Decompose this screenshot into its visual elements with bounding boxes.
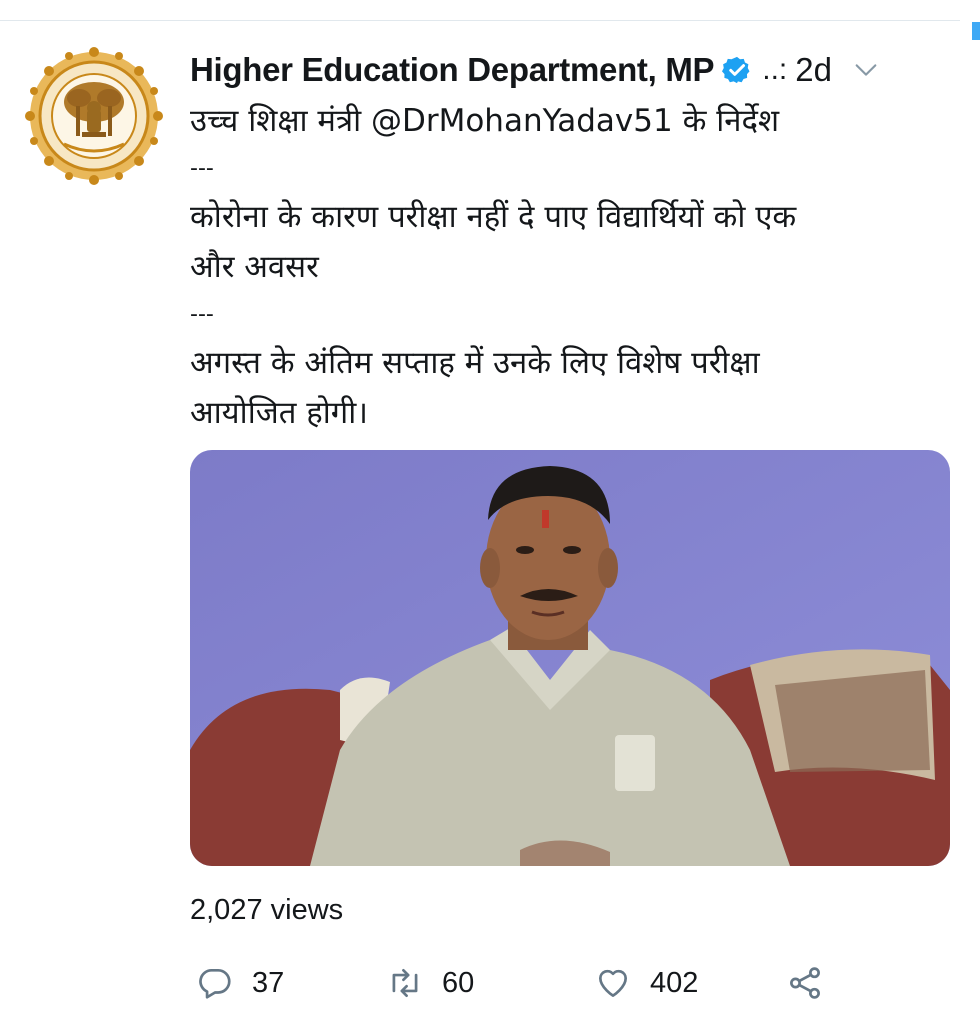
reply-count: 37 <box>252 966 285 999</box>
mp-emblem-icon <box>25 47 163 185</box>
like-button[interactable]: 402 <box>594 958 698 1008</box>
tweet-line-1: उच्च शिक्षा मंत्री @DrMohanYadav51 के नि… <box>190 96 950 146</box>
tweet-line-3: और अवसर <box>190 249 319 285</box>
share-button[interactable] <box>786 958 824 1008</box>
tweet-header: Higher Education Department, MP ..: 2d <box>190 48 960 92</box>
reply-icon <box>199 968 231 999</box>
tweet-text-suffix: के निर्देश <box>672 103 780 139</box>
retweet-button[interactable]: 60 <box>386 958 474 1008</box>
like-count: 402 <box>650 966 699 999</box>
tweet-media[interactable] <box>190 450 950 866</box>
separator-1: --- <box>190 156 214 181</box>
tweet-text-prefix: उच्च शिक्षा मंत्री <box>190 103 371 139</box>
timestamp[interactable]: 2d <box>795 51 832 89</box>
tweet-text: उच्च शिक्षा मंत्री @DrMohanYadav51 के नि… <box>190 96 950 438</box>
chevron-down-icon[interactable] <box>852 56 880 84</box>
tweet-actions: 37 60 402 <box>190 958 950 1008</box>
retweet-icon <box>392 968 418 998</box>
tweet-line-2: कोरोना के कारण परीक्षा नहीं दे पाए विद्य… <box>190 199 797 235</box>
avatar[interactable] <box>24 46 164 186</box>
handle[interactable]: ..: <box>762 53 787 87</box>
top-divider <box>0 20 960 21</box>
separator-2: --- <box>190 302 214 327</box>
share-icon <box>790 967 820 999</box>
verified-badge-icon <box>722 56 750 84</box>
tweet-line-4: अगस्त के अंतिम सप्ताह में उनके लिए विशेष… <box>190 345 760 381</box>
reply-button[interactable]: 37 <box>196 958 284 1008</box>
view-count: 2,027 views <box>190 894 344 926</box>
mention-link[interactable]: @DrMohanYadav51 <box>371 103 673 139</box>
heart-icon <box>598 969 628 998</box>
display-name[interactable]: Higher Education Department, MP <box>190 51 715 89</box>
retweet-count: 60 <box>442 966 475 999</box>
video-thumbnail <box>190 450 950 866</box>
tweet-line-5: आयोजित होगी। <box>190 395 368 431</box>
scroll-indicator <box>972 22 980 40</box>
